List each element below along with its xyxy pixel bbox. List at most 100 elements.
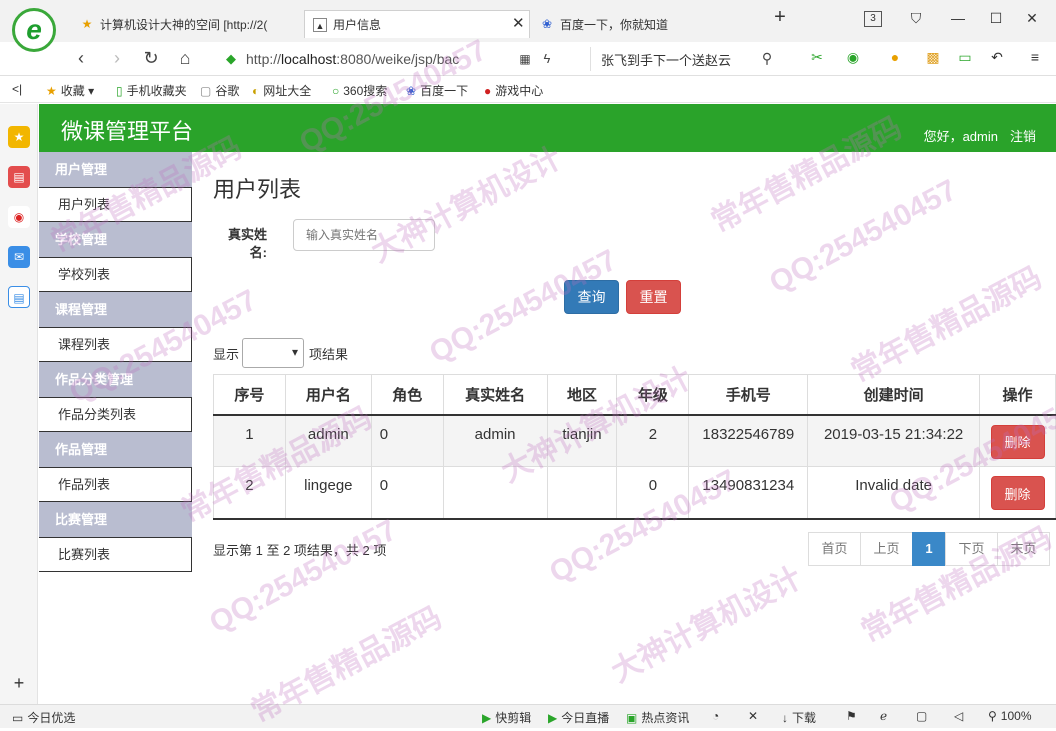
pager-last[interactable]: 末页 bbox=[997, 532, 1050, 566]
translate-icon[interactable]: ◉ bbox=[842, 49, 864, 66]
menu-icon[interactable]: ≡ bbox=[1024, 49, 1046, 65]
close-window-icon[interactable]: ✕ bbox=[1022, 10, 1042, 27]
column-header[interactable]: 创建时间 bbox=[807, 374, 980, 416]
logout-link[interactable]: 注销 bbox=[1010, 126, 1036, 145]
column-header[interactable]: 真实姓名 bbox=[442, 374, 548, 416]
tab-label: 用户信息 bbox=[333, 18, 382, 32]
sidebar-group-course[interactable]: 课程管理 bbox=[39, 292, 192, 327]
new-tab-icon[interactable]: + bbox=[770, 6, 790, 29]
undo-icon[interactable]: ↶ bbox=[986, 49, 1008, 66]
sidebar-group-user[interactable]: 用户管理 bbox=[39, 152, 192, 187]
status-hot-news[interactable]: ▣ 热点资讯 bbox=[626, 709, 689, 726]
home-icon[interactable]: ⌂ bbox=[174, 48, 196, 69]
bookmark-label: 谷歌 bbox=[215, 84, 240, 98]
ring-icon: ○ bbox=[332, 83, 340, 98]
bookmark-baidu[interactable]: ❀ 百度一下 bbox=[406, 82, 468, 99]
reset-button[interactable]: 重置 bbox=[626, 280, 681, 314]
bookmark-sites[interactable]: ◐ 网址大全 bbox=[252, 82, 311, 99]
address-prefix: http:// bbox=[246, 51, 282, 67]
column-header[interactable]: 手机号 bbox=[688, 374, 809, 416]
length-suffix: 项结果 bbox=[309, 346, 349, 362]
column-header[interactable]: 用户名 bbox=[284, 374, 372, 416]
pager-next[interactable]: 下页 bbox=[945, 532, 998, 566]
cell-grade: 0 bbox=[616, 466, 690, 520]
bookmark-360[interactable]: ○ 360搜索 bbox=[332, 82, 387, 99]
battery-icon[interactable]: ▭ bbox=[954, 49, 976, 66]
news-icon[interactable]: ▤ bbox=[8, 166, 30, 188]
query-button[interactable]: 查询 bbox=[564, 280, 619, 314]
sidebar-item-work-category-list[interactable]: 作品分类列表 bbox=[39, 397, 192, 432]
weibo-icon[interactable]: ◉ bbox=[8, 206, 30, 228]
status-today-picks[interactable]: ▭ 今日优选 bbox=[12, 709, 75, 726]
sidebar-item-school-list[interactable]: 学校列表 bbox=[39, 257, 192, 292]
pager-current[interactable]: 1 bbox=[912, 532, 946, 566]
maximize-icon[interactable]: ☐ bbox=[986, 10, 1006, 27]
sidebar-group-work[interactable]: 作品管理 bbox=[39, 432, 192, 467]
sidebar-item-work-list[interactable]: 作品列表 bbox=[39, 467, 192, 502]
mail-icon[interactable]: ✉ bbox=[8, 246, 30, 268]
sidebar-item-contest-list[interactable]: 比赛列表 bbox=[39, 537, 192, 572]
page-icon: ▢ bbox=[200, 83, 212, 98]
collapse-icon[interactable]: <| bbox=[12, 82, 22, 96]
pager-first[interactable]: 首页 bbox=[808, 532, 861, 566]
column-header[interactable]: 角色 bbox=[370, 374, 444, 416]
apps-icon[interactable]: ▩ bbox=[922, 49, 944, 66]
column-header[interactable]: 地区 bbox=[546, 374, 618, 416]
tab-baidu[interactable]: ❀ 百度一下，你就知道 bbox=[540, 10, 740, 38]
status-quick-edit[interactable]: ▶ 快剪辑 bbox=[482, 709, 531, 726]
sidebar-item-course-list[interactable]: 课程列表 bbox=[39, 327, 192, 362]
search-icon[interactable]: ⚲ bbox=[756, 50, 778, 67]
bookmark-google[interactable]: ▢ 谷歌 bbox=[200, 82, 239, 99]
close-tab-icon[interactable]: ✕ bbox=[512, 14, 525, 32]
column-header[interactable]: 年级 bbox=[616, 374, 690, 416]
status-speed-icon[interactable]: ◔ bbox=[712, 709, 719, 723]
page-length-select[interactable] bbox=[242, 338, 305, 368]
favorites-icon[interactable]: ★ bbox=[8, 126, 30, 148]
minimize-icon[interactable]: — bbox=[948, 10, 968, 26]
add-icon[interactable]: + bbox=[8, 672, 30, 694]
realname-search-input[interactable] bbox=[293, 219, 435, 251]
status-ie-icon[interactable]: ℯ bbox=[880, 709, 887, 723]
browser-titlebar: ★ 计算机设计大神的空间 [http://2( ▲ 用户信息 ✕ ❀ 百度一下，… bbox=[0, 0, 1056, 42]
forward-icon[interactable]: › bbox=[106, 48, 128, 69]
bookmark-games[interactable]: ● 游戏中心 bbox=[484, 82, 543, 99]
bolt-icon[interactable]: ϟ bbox=[536, 51, 558, 66]
back-icon[interactable]: ‹ bbox=[70, 48, 92, 69]
column-header: 操作 bbox=[979, 374, 1056, 416]
sidebar-group-contest[interactable]: 比赛管理 bbox=[39, 502, 192, 537]
scissors-icon[interactable]: ✂ bbox=[806, 49, 828, 66]
tab-count-badge[interactable]: 3 bbox=[864, 11, 882, 27]
tab-label: 百度一下，你就知道 bbox=[560, 17, 669, 32]
refresh-icon[interactable]: ↻ bbox=[140, 48, 162, 69]
cell-username: lingege bbox=[284, 466, 372, 520]
browser-search-box[interactable]: 张飞到手下一个送赵云 bbox=[590, 47, 780, 71]
delete-button[interactable]: 删除 bbox=[990, 424, 1045, 459]
delete-button[interactable]: 删除 bbox=[990, 476, 1045, 510]
document-icon[interactable]: ▤ bbox=[8, 286, 30, 308]
tab-space[interactable]: ★ 计算机设计大神的空间 [http://2( bbox=[80, 10, 300, 38]
pager-prev[interactable]: 上页 bbox=[860, 532, 913, 566]
browser-logo: e bbox=[12, 8, 56, 52]
bookmark-label: 游戏中心 bbox=[495, 84, 544, 98]
bookmark-favorites[interactable]: ★ 收藏 ▾ bbox=[46, 82, 94, 99]
cell-no: 1 bbox=[213, 414, 286, 467]
column-header[interactable]: 序号 bbox=[213, 374, 286, 416]
status-pin-icon[interactable]: ✕ bbox=[748, 709, 758, 723]
status-download[interactable]: ↓ 下载 bbox=[782, 709, 816, 726]
grid-icon[interactable]: ▦ bbox=[514, 52, 536, 66]
status-live[interactable]: ▶ 今日直播 bbox=[548, 709, 609, 726]
coin-icon[interactable]: ● bbox=[884, 49, 906, 65]
status-volume-icon[interactable]: ◁ bbox=[954, 709, 963, 723]
tab-user-info[interactable]: ▲ 用户信息 bbox=[304, 10, 530, 38]
bookmark-label: 收藏 bbox=[60, 84, 85, 98]
shirt-icon[interactable]: ⛉ bbox=[906, 10, 926, 27]
screen-icon: ▭ bbox=[12, 710, 24, 725]
status-window-icon[interactable]: ▢ bbox=[916, 709, 927, 723]
status-flag-icon[interactable]: ⚑ bbox=[846, 709, 857, 723]
status-zoom[interactable]: ⚲ 100% bbox=[988, 709, 1032, 723]
sidebar-group-work-category[interactable]: 作品分类管理 bbox=[39, 362, 192, 397]
sidebar-group-school[interactable]: 学校管理 bbox=[39, 222, 192, 257]
bookmark-mobile[interactable]: ▯ 手机收藏夹 bbox=[116, 82, 187, 99]
sidebar-item-user-list[interactable]: 用户列表 bbox=[39, 187, 192, 222]
play-icon: ▶ bbox=[548, 710, 558, 725]
